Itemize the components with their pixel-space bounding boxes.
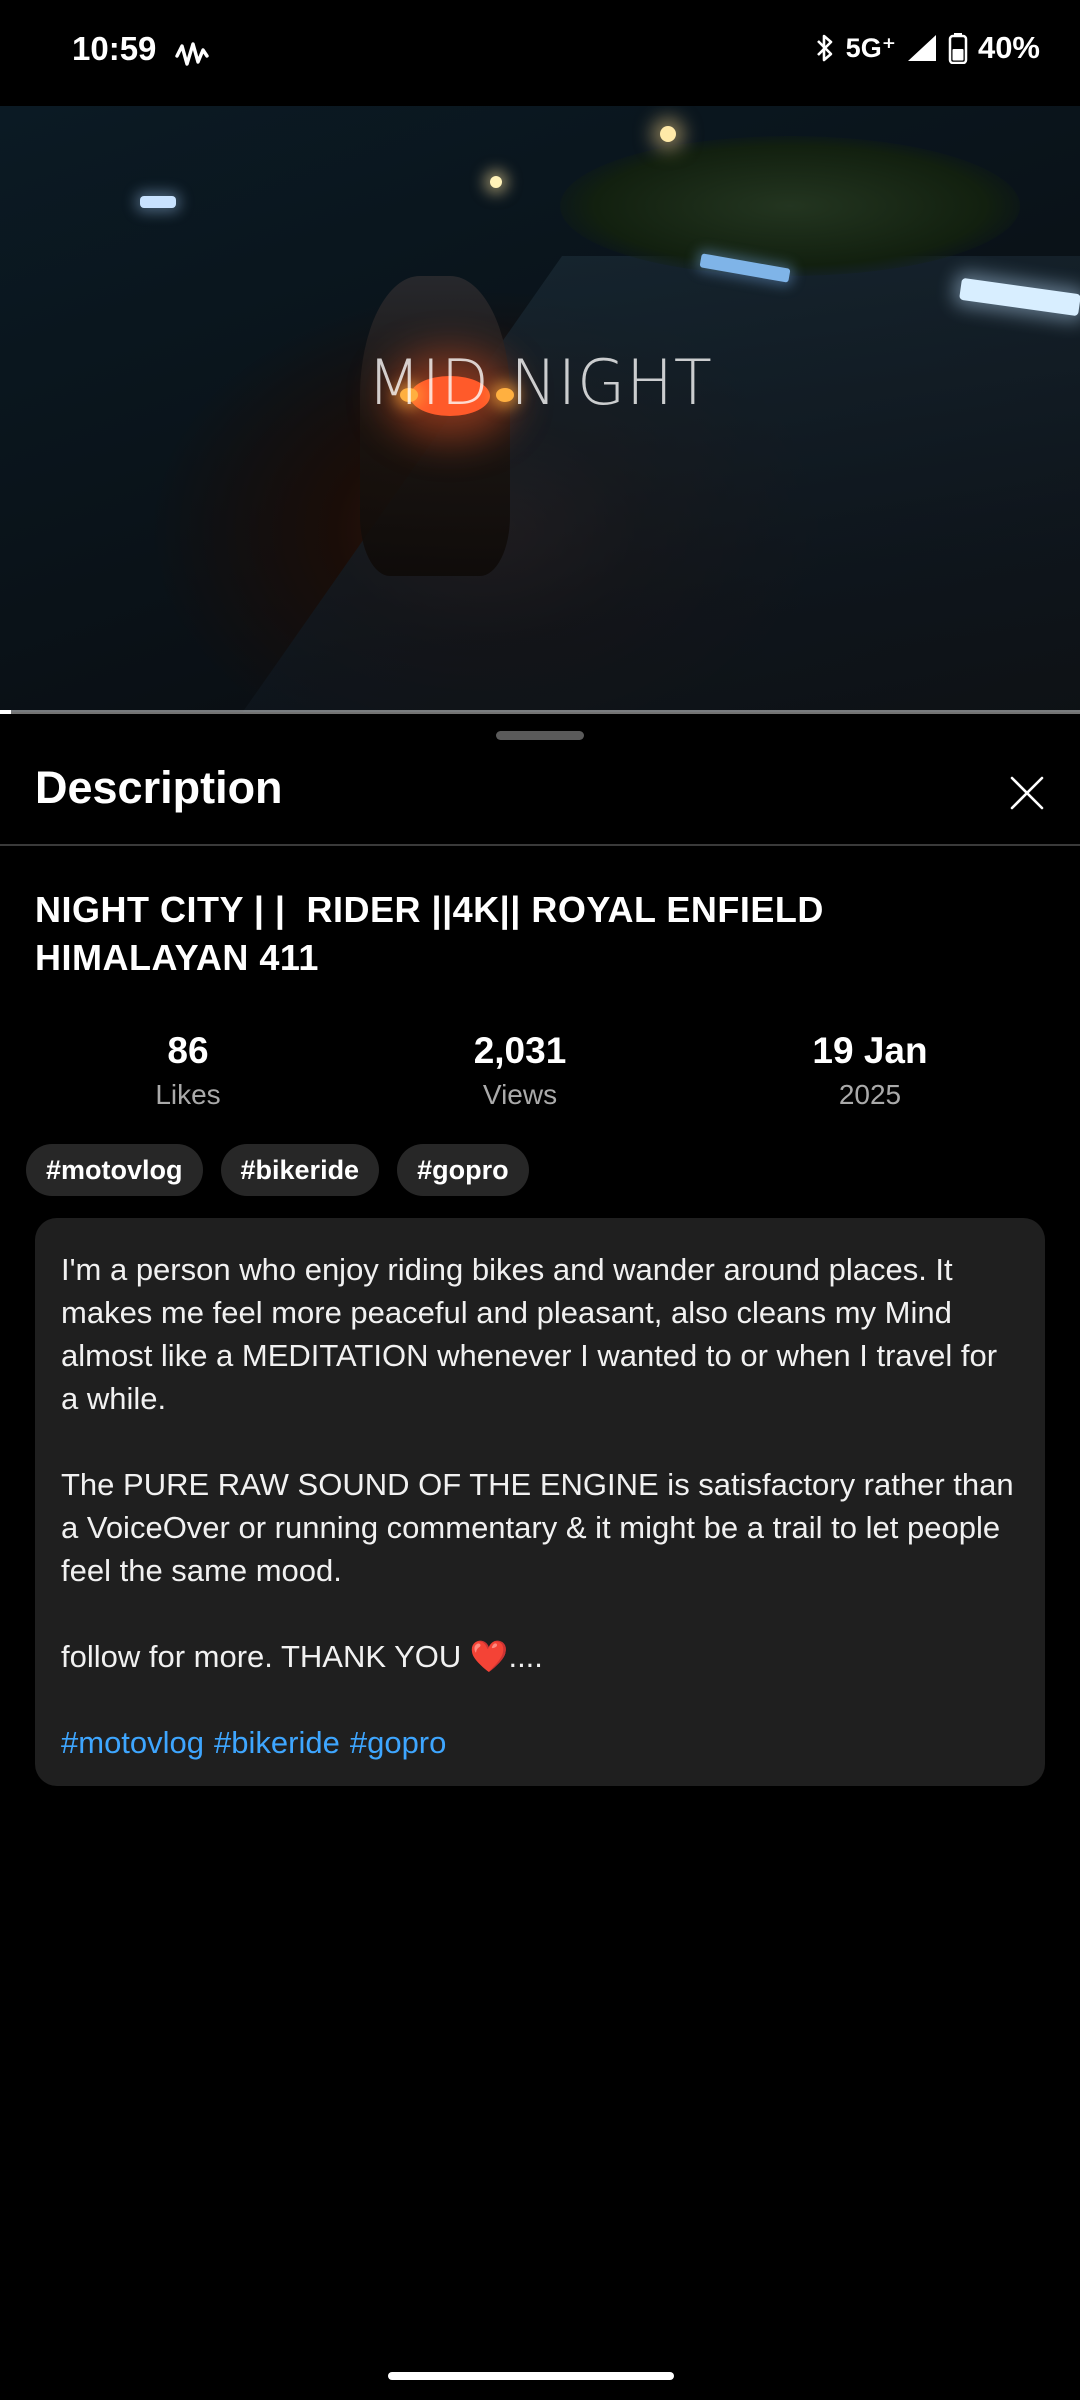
battery-percent: 40%: [977, 30, 1040, 65]
bluetooth-icon: [814, 33, 836, 63]
street-light: [140, 196, 176, 208]
street-light: [490, 176, 502, 188]
video-stats: 86 Likes 2,031 Views 19 Jan 2025: [0, 1028, 1080, 1118]
video-frame-trees: [560, 136, 1020, 276]
description-paragraph: The PURE RAW SOUND OF THE ENGINE is sati…: [61, 1467, 1014, 1588]
status-icons: 5G⁺ 40%: [814, 30, 1040, 66]
hashtag-chip[interactable]: #gopro: [397, 1144, 529, 1196]
hashtag-link[interactable]: #bikeride: [214, 1725, 340, 1760]
street-light: [660, 126, 676, 142]
views-label: Views: [482, 1079, 558, 1110]
network-type: 5G⁺: [845, 32, 896, 63]
hashtag-link[interactable]: #gopro: [350, 1725, 447, 1760]
date-stat: 19 Jan 2025: [720, 1028, 1020, 1114]
activity-icon: [174, 36, 210, 72]
likes-stat: 86 Likes: [38, 1028, 338, 1114]
views-count: 2,031: [473, 1030, 567, 1071]
sheet-title: Description: [35, 762, 283, 813]
description-card: I'm a person who enjoy riding bikes and …: [35, 1218, 1045, 1786]
home-indicator[interactable]: [388, 2372, 674, 2380]
views-stat: 2,031 Views: [370, 1028, 670, 1114]
hashtag-chip[interactable]: #bikeride: [220, 1144, 380, 1196]
hashtag-chip[interactable]: #motovlog: [26, 1144, 203, 1196]
close-icon: [1010, 776, 1044, 810]
hashtag-link[interactable]: #motovlog: [61, 1725, 204, 1760]
description-paragraph: I'm a person who enjoy riding bikes and …: [61, 1252, 998, 1416]
description-paragraph: follow for more. THANK YOU ❤️....: [61, 1639, 543, 1674]
close-button[interactable]: [1000, 766, 1054, 820]
video-progress-fill: [0, 710, 11, 714]
likes-label: Likes: [155, 1079, 221, 1110]
date-year: 2025: [838, 1079, 902, 1110]
divider: [0, 844, 1080, 846]
signal-icon: [906, 33, 938, 63]
hashtag-chips: #motovlog #bikeride #gopro: [26, 1144, 529, 1196]
likes-count: 86: [167, 1030, 209, 1071]
motorcycle: [360, 276, 510, 576]
video-title: NIGHT CITY | | RIDER ||4K|| ROYAL ENFIEL…: [35, 889, 835, 978]
description-hashtags: #motovlog #bikeride #gopro: [61, 1721, 1019, 1764]
battery-icon: [948, 32, 968, 64]
video-overlay-title: MID NIGHT: [367, 346, 713, 419]
status-time: 10:59: [72, 30, 157, 67]
status-bar: 10:59 5G⁺ 40%: [0, 0, 1080, 106]
video-frame-road: [197, 256, 1080, 712]
sheet-drag-handle[interactable]: [496, 731, 584, 740]
video-progress-bar[interactable]: [0, 710, 1080, 714]
video-player[interactable]: MID NIGHT: [0, 106, 1080, 712]
date-day: 19 Jan: [812, 1030, 928, 1071]
